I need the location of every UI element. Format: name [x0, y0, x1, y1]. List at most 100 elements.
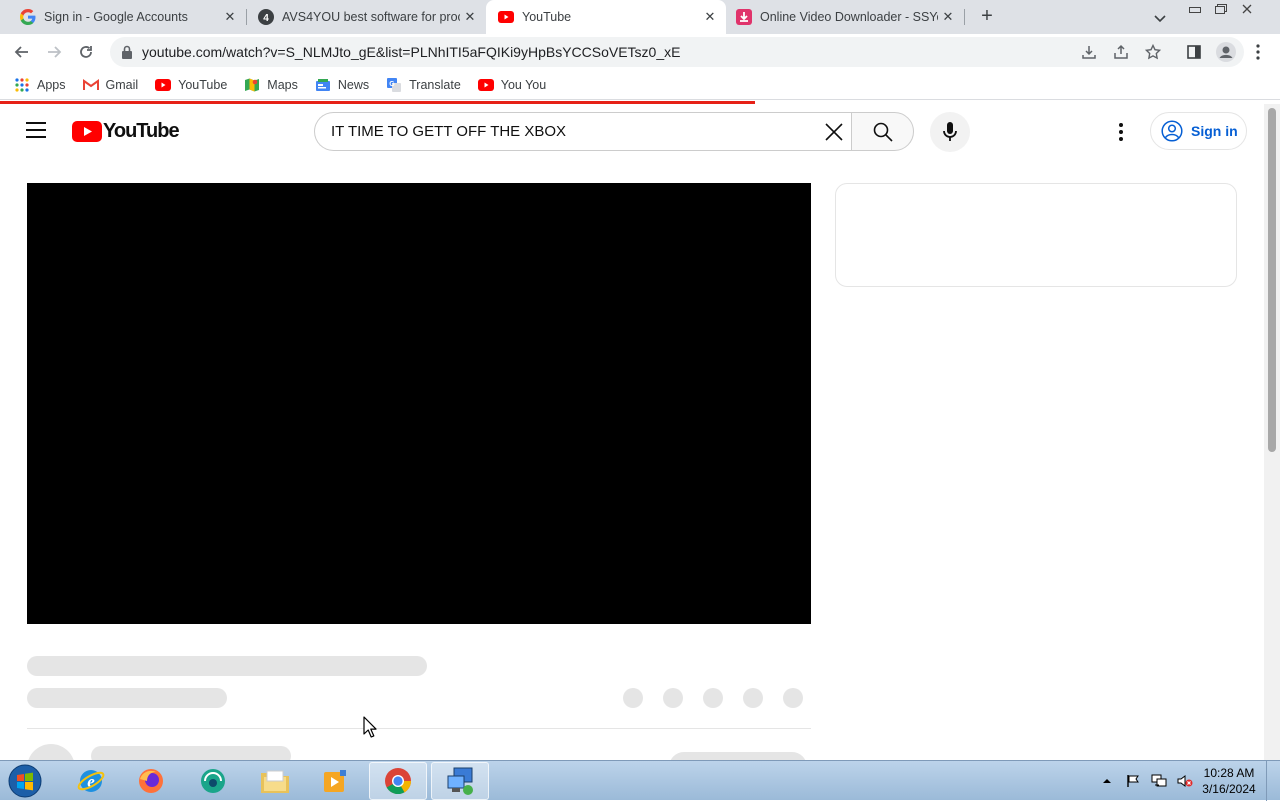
youtube-icon — [477, 77, 494, 93]
chrome-icon — [385, 768, 412, 795]
taskbar-firefox[interactable] — [122, 762, 180, 800]
bookmark-news[interactable]: News — [315, 77, 369, 93]
lock-icon[interactable] — [118, 43, 136, 61]
taskbar-chrome[interactable] — [369, 762, 427, 800]
system-clock[interactable]: 10:28 AM 3/16/2024 — [1198, 765, 1260, 797]
sign-in-label: Sign in — [1191, 123, 1238, 139]
video-title-skeleton — [27, 656, 427, 676]
sign-in-button[interactable]: Sign in — [1150, 112, 1247, 150]
tab-ssyoutube[interactable]: Online Video Downloader - SSYoutube ✕ — [726, 0, 964, 34]
bookmark-star-icon[interactable] — [1144, 43, 1162, 61]
folder-icon — [261, 770, 289, 793]
more-vertical-icon — [1256, 44, 1260, 60]
taskbar-internet-explorer[interactable]: e — [62, 762, 120, 800]
minimize-button[interactable] — [1182, 0, 1208, 18]
clock-time: 10:28 AM — [1203, 766, 1255, 780]
bookmark-label: Apps — [37, 77, 66, 92]
action-skeleton-dot — [623, 688, 643, 708]
window-controls — [1182, 0, 1260, 18]
tab-avs4you[interactable]: 4 AVS4YOU best software for processing ✕ — [238, 0, 486, 34]
ie-icon: e — [77, 770, 105, 792]
bookmark-translate[interactable]: G Translate — [386, 77, 461, 93]
youtube-icon — [498, 9, 514, 25]
voice-search-button[interactable] — [930, 112, 970, 152]
install-download-icon[interactable] — [1080, 43, 1098, 61]
taskbar-file-explorer[interactable] — [246, 762, 304, 800]
search-icon — [873, 122, 893, 142]
youtube-icon — [155, 77, 172, 93]
start-button[interactable] — [4, 762, 46, 800]
bookmark-gmail[interactable]: Gmail — [82, 77, 138, 93]
hamburger-menu-icon[interactable] — [26, 122, 46, 138]
channel-name-skeleton — [91, 746, 291, 760]
taskbar-network-tool[interactable] — [431, 762, 489, 800]
settings-more-icon[interactable] — [1111, 120, 1131, 144]
volume-muted-icon[interactable] — [1176, 772, 1194, 790]
show-desktop-button[interactable] — [1266, 761, 1280, 801]
address-bar[interactable]: youtube.com/watch?v=S_NLMJto_gE&list=PLN… — [110, 37, 1244, 67]
sidebar-placeholder-card — [835, 183, 1237, 287]
content-divider — [27, 728, 811, 729]
bookmark-you-you[interactable]: You You — [477, 77, 546, 93]
profile-avatar-icon — [1216, 42, 1236, 62]
new-tab-button[interactable]: + — [976, 6, 998, 28]
taskbar-utility-app[interactable] — [184, 762, 242, 800]
browser-toolbar: youtube.com/watch?v=S_NLMJto_gE&list=PLN… — [0, 34, 1280, 70]
forward-button[interactable] — [40, 38, 68, 66]
action-skeleton-dot — [783, 688, 803, 708]
address-url: youtube.com/watch?v=S_NLMJto_gE&list=PLN… — [142, 44, 681, 60]
close-icon[interactable]: ✕ — [938, 7, 958, 27]
apps-grid-icon — [14, 77, 30, 93]
action-center-flag-icon[interactable] — [1124, 772, 1142, 790]
computer-network-icon — [447, 767, 473, 795]
network-icon[interactable] — [1150, 772, 1168, 790]
side-panel-button[interactable] — [1180, 38, 1208, 66]
bookmark-label: Maps — [267, 77, 298, 92]
reload-icon — [80, 46, 92, 58]
close-icon[interactable]: ✕ — [220, 7, 240, 27]
arrow-right-icon — [48, 46, 62, 58]
translate-icon: G — [386, 77, 402, 93]
channel-avatar-skeleton — [27, 744, 75, 760]
back-button[interactable] — [8, 38, 36, 66]
bookmark-youtube[interactable]: YouTube — [155, 77, 227, 93]
youtube-logo[interactable]: YouTube — [72, 120, 180, 143]
tab-youtube[interactable]: YouTube ✕ — [486, 0, 726, 34]
action-skeleton-dot — [743, 688, 763, 708]
gmail-icon — [82, 77, 99, 93]
clear-search-icon[interactable] — [823, 121, 845, 143]
account-circle-icon — [1161, 120, 1183, 142]
video-player[interactable] — [27, 183, 811, 624]
search-input[interactable]: IT TIME TO GETT OFF THE XBOX — [314, 112, 852, 151]
system-tray — [1098, 761, 1202, 801]
reload-button[interactable] — [72, 38, 100, 66]
close-icon[interactable]: ✕ — [460, 7, 480, 27]
scrollbar-thumb[interactable] — [1268, 108, 1276, 452]
bookmark-apps[interactable]: Apps — [14, 77, 66, 93]
share-icon[interactable] — [1112, 43, 1130, 61]
bookmark-maps[interactable]: Maps — [244, 77, 298, 93]
windows-taskbar: e 10:28 AM 3/16/2024 — [0, 760, 1280, 801]
svg-text:4: 4 — [263, 13, 269, 24]
tab-google-accounts[interactable]: Sign in - Google Accounts ✕ — [0, 0, 246, 34]
search-query-text: IT TIME TO GETT OFF THE XBOX — [331, 123, 567, 140]
video-meta-skeleton — [27, 688, 227, 708]
chrome-menu-button[interactable] — [1244, 38, 1272, 66]
mouse-cursor-icon — [363, 716, 377, 738]
app-globe-icon — [201, 769, 225, 793]
restore-button[interactable] — [1208, 0, 1234, 18]
close-window-button[interactable] — [1234, 0, 1260, 18]
search-button[interactable] — [851, 112, 914, 151]
show-hidden-icons-chevron-icon[interactable] — [1098, 772, 1116, 790]
subscribe-skeleton — [669, 752, 807, 760]
bookmark-label: News — [337, 77, 370, 92]
side-panel-icon — [1187, 45, 1201, 59]
clock-date: 3/16/2024 — [1202, 782, 1256, 796]
taskbar-media-player[interactable] — [306, 762, 364, 800]
bookmark-label: Translate — [409, 77, 461, 92]
profile-button[interactable] — [1212, 38, 1240, 66]
media-player-icon — [324, 770, 346, 792]
arrow-left-icon — [14, 46, 28, 58]
tab-search-chevron-icon[interactable] — [1150, 8, 1170, 28]
close-icon[interactable]: ✕ — [700, 7, 720, 27]
